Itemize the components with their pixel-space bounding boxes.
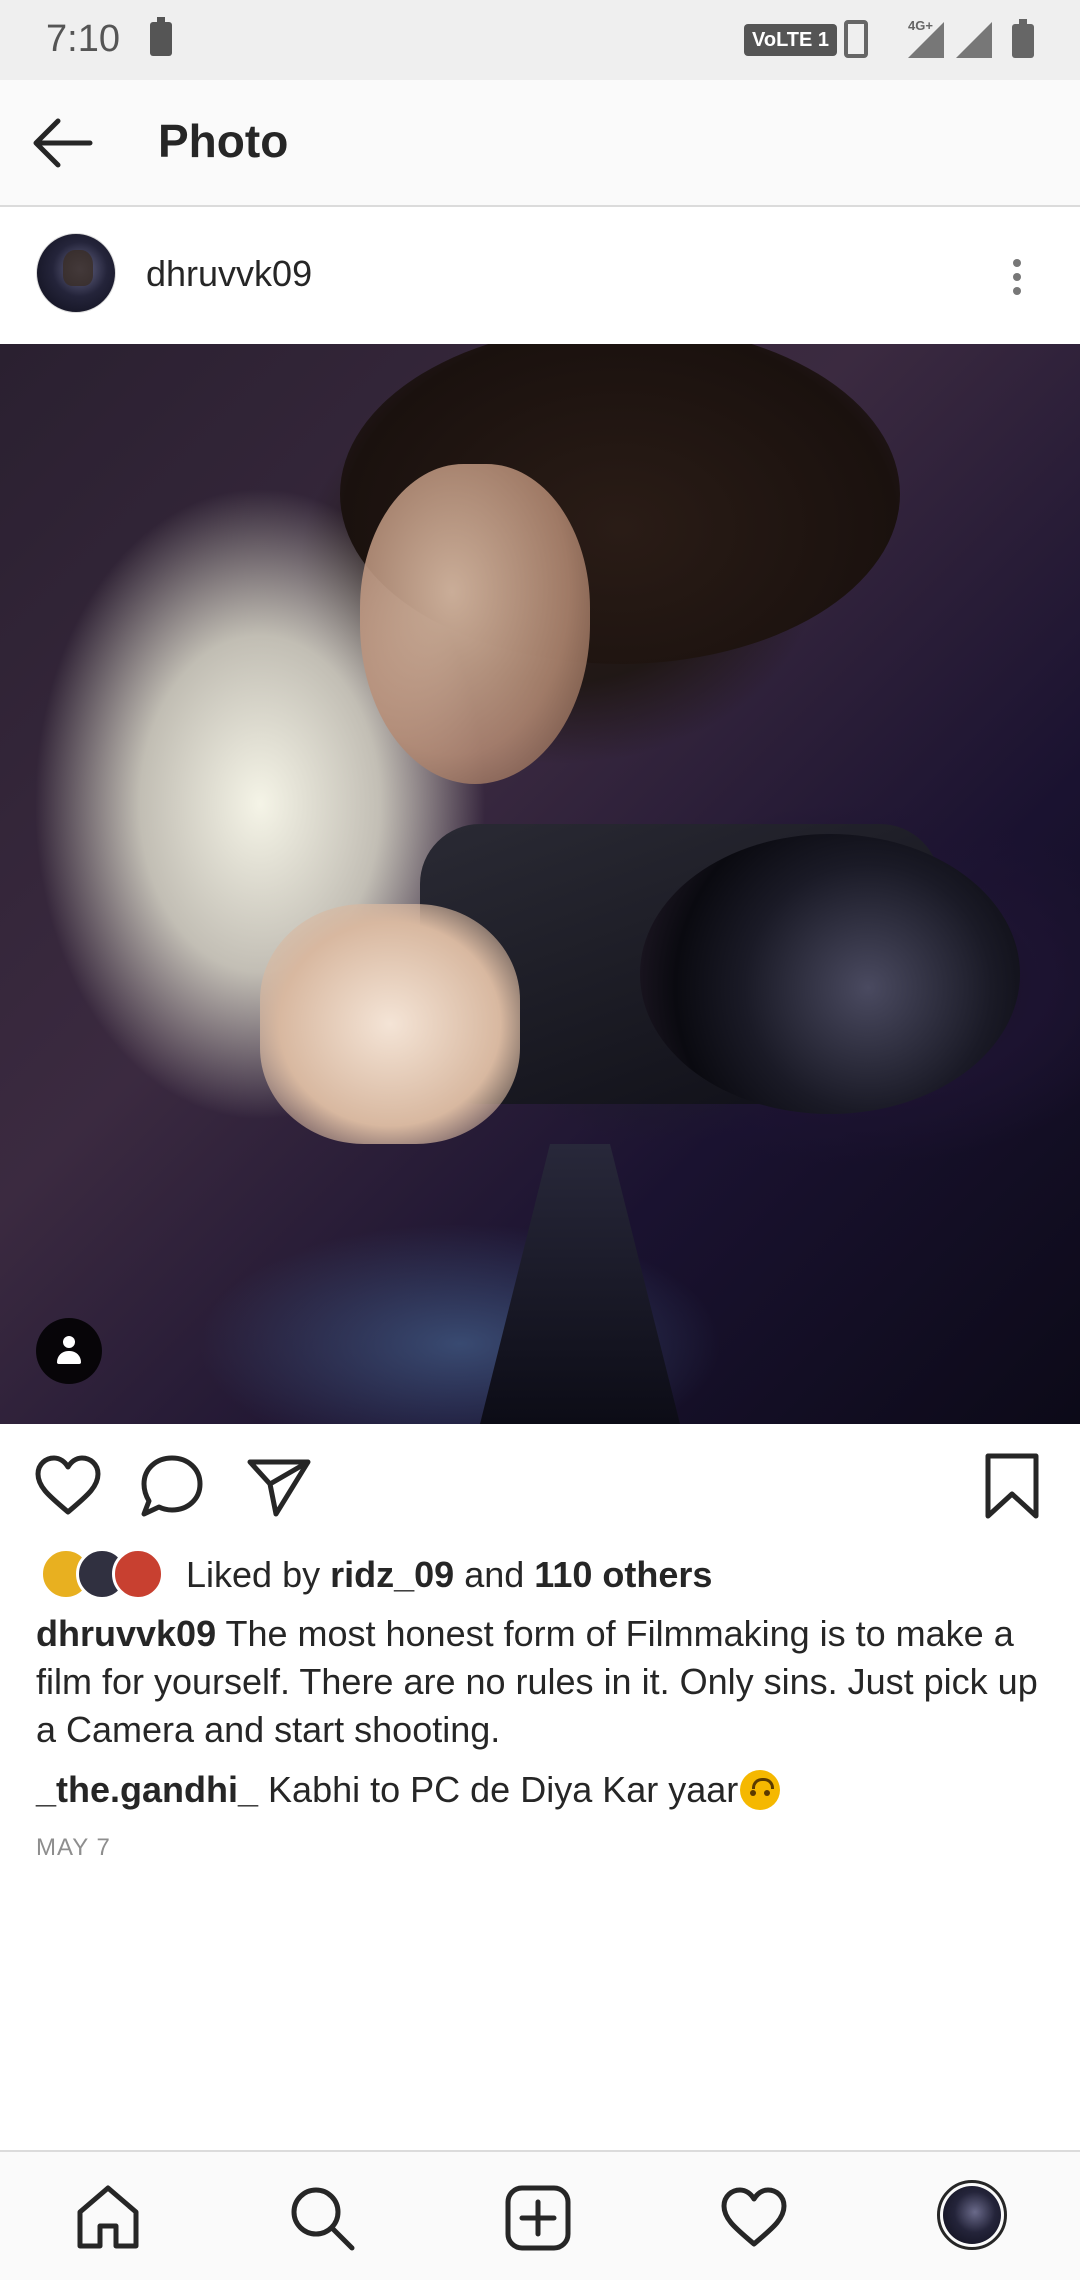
signal-icon <box>956 22 992 58</box>
avatar[interactable] <box>36 233 116 313</box>
post-username[interactable]: dhruvvk09 <box>146 253 312 295</box>
comment: _the.gandhi_ Kabhi to PC de Diya Kar yaa… <box>36 1766 1046 1814</box>
profile-avatar[interactable] <box>937 2180 1007 2250</box>
status-bar: 7:10 VoLTE 1 4G+ <box>0 0 1080 80</box>
heart-icon[interactable] <box>32 1450 104 1522</box>
signal-icon <box>908 22 944 58</box>
likes-text: Liked by ridz_09 and 110 others <box>186 1554 713 1595</box>
more-options-button[interactable] <box>1000 247 1034 307</box>
back-button[interactable] <box>28 108 98 178</box>
liker-avatars <box>40 1548 170 1602</box>
search-icon[interactable] <box>286 2182 358 2254</box>
volte-badge: VoLTE 1 <box>744 24 838 56</box>
post-caption: dhruvvk09 The most honest form of Filmma… <box>36 1610 1046 1754</box>
post-header: dhruvvk09 <box>0 207 1080 344</box>
arrow-left-icon <box>33 118 93 168</box>
upside-down-face-emoji-icon <box>740 1770 781 1810</box>
activity-heart-icon[interactable] <box>718 2182 790 2254</box>
home-icon[interactable] <box>72 2182 144 2254</box>
caption-username[interactable]: dhruvvk09 <box>36 1613 216 1654</box>
likes-count[interactable]: 110 others <box>534 1554 712 1595</box>
more-vertical-icon <box>1013 259 1021 267</box>
likes-row[interactable]: Liked by ridz_09 and 110 others <box>36 1546 1046 1604</box>
battery-icon <box>1012 19 1034 58</box>
bottom-nav <box>0 2150 1080 2280</box>
action-bar <box>0 1424 1080 1544</box>
status-time: 7:10 <box>46 18 120 60</box>
post-photo[interactable] <box>0 344 1080 1424</box>
bookmark-icon[interactable] <box>976 1450 1048 1522</box>
vibrate-icon <box>844 20 868 58</box>
liker-username[interactable]: ridz_09 <box>330 1554 454 1595</box>
user-tag-icon[interactable] <box>36 1318 102 1384</box>
comment-username[interactable]: _the.gandhi_ <box>36 1769 258 1810</box>
post-date: MAY 7 <box>36 1834 111 1861</box>
comment-icon[interactable] <box>136 1450 208 1522</box>
page-title: Photo <box>158 115 289 167</box>
avatar <box>112 1548 164 1600</box>
battery-saver-icon <box>150 17 172 56</box>
send-icon[interactable] <box>242 1450 314 1522</box>
comment-text: Kabhi to PC de Diya Kar yaar <box>268 1769 739 1810</box>
add-post-icon[interactable] <box>502 2182 574 2254</box>
app-header: Photo <box>0 80 1080 207</box>
